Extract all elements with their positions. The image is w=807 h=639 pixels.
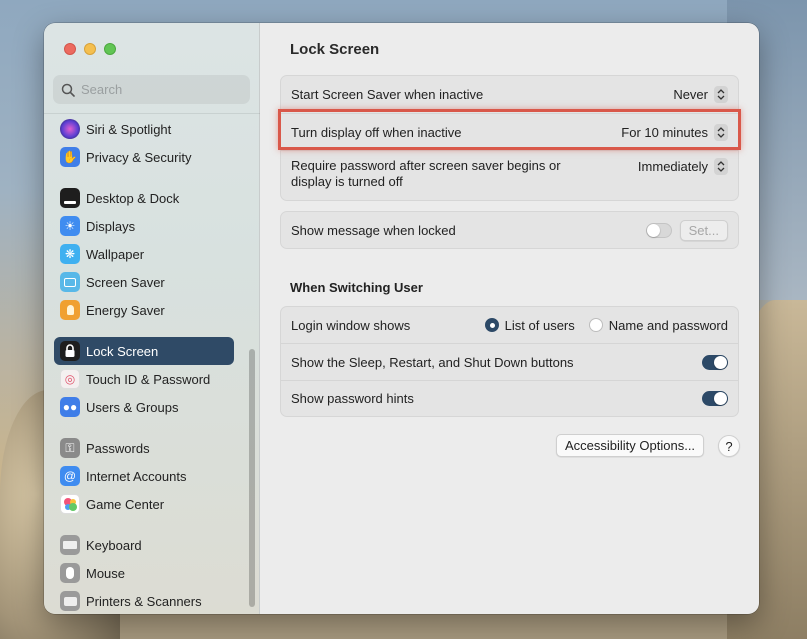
sidebar-item-lock-screen[interactable]: Lock Screen — [54, 337, 234, 365]
sidebar-item-screen-saver[interactable]: Screen Saver — [54, 268, 234, 296]
sleep-buttons-label: Show the Sleep, Restart, and Shut Down b… — [291, 354, 574, 370]
sidebar-item-privacy[interactable]: ✋ Privacy & Security — [54, 143, 234, 171]
sidebar-item-label: Lock Screen — [86, 343, 159, 359]
keyboard-icon — [60, 535, 80, 555]
radio-list-of-users[interactable]: List of users — [484, 317, 575, 333]
minimize-button[interactable] — [84, 43, 96, 55]
display-off-popup[interactable]: For 10 minutes — [621, 123, 728, 141]
sidebar-item-energy-saver[interactable]: Energy Saver — [54, 296, 234, 324]
siri-icon — [60, 119, 80, 139]
section-title: When Switching User — [290, 280, 423, 295]
content-pane: Lock Screen Start Screen Saver when inac… — [260, 23, 759, 614]
sidebar-item-label: Touch ID & Password — [86, 371, 211, 387]
sidebar-item-users-groups[interactable]: ●● Users & Groups — [54, 393, 234, 421]
screen-saver-popup[interactable]: Never — [673, 86, 728, 103]
search-icon — [61, 83, 75, 97]
set-message-button[interactable]: Set... — [679, 219, 728, 241]
sidebar-item-label: Privacy & Security — [86, 149, 192, 165]
sidebar-item-label: Wallpaper — [86, 246, 145, 262]
chevron-updown-icon — [714, 86, 728, 103]
login-window-label: Login window shows — [291, 317, 411, 333]
sidebar-item-label: Energy Saver — [86, 302, 165, 318]
dock-icon — [60, 188, 80, 208]
sidebar-divider — [44, 113, 260, 114]
sidebar-item-label: Internet Accounts — [86, 468, 187, 484]
require-password-row: Require password after screen saver begi… — [281, 150, 738, 200]
password-hints-toggle[interactable] — [702, 391, 728, 406]
sidebar-item-label: Keyboard — [86, 537, 142, 553]
sidebar-item-label: Game Center — [86, 496, 165, 512]
radio-name-and-password[interactable]: Name and password — [588, 317, 728, 333]
sidebar-item-label: Siri & Spotlight — [86, 121, 172, 137]
mouse-icon — [60, 563, 80, 583]
sidebar-item-siri[interactable]: Siri & Spotlight — [54, 115, 234, 143]
require-password-popup[interactable]: Immediately — [638, 158, 728, 175]
at-icon: @ — [60, 466, 80, 486]
sidebar-item-label: Mouse — [86, 565, 126, 581]
lock-icon — [60, 341, 80, 361]
screen-saver-value: Never — [673, 87, 708, 102]
help-button[interactable]: ? — [718, 435, 740, 457]
sidebar-item-label: Desktop & Dock — [86, 190, 180, 206]
sidebar-item-mouse[interactable]: Mouse — [54, 559, 234, 587]
login-window-row: Login window shows List of users Name an… — [281, 307, 738, 343]
show-message-label: Show message when locked — [291, 222, 456, 238]
settings-window: Siri & Spotlight ✋ Privacy & Security De… — [44, 23, 759, 614]
users-icon: ●● — [60, 397, 80, 417]
sidebar: Siri & Spotlight ✋ Privacy & Security De… — [44, 23, 260, 614]
window-controls — [64, 43, 116, 55]
sidebar-item-label: Users & Groups — [86, 399, 179, 415]
chevron-updown-icon — [714, 123, 728, 141]
search-field[interactable] — [53, 75, 250, 104]
switching-user-group: Login window shows List of users Name an… — [280, 306, 739, 417]
key-icon: ⚿ — [60, 438, 80, 458]
sidebar-scrollbar[interactable] — [249, 349, 255, 607]
sidebar-item-wallpaper[interactable]: ❋ Wallpaper — [54, 240, 234, 268]
sidebar-item-desktop-dock[interactable]: Desktop & Dock — [54, 184, 234, 212]
display-off-row: Turn display off when inactive For 10 mi… — [281, 113, 738, 150]
sidebar-item-keyboard[interactable]: Keyboard — [54, 531, 234, 559]
display-off-label: Turn display off when inactive — [291, 124, 462, 140]
screen-saver-row: Start Screen Saver when inactive Never — [281, 76, 738, 113]
sleep-buttons-toggle[interactable] — [702, 354, 728, 370]
energy-icon — [60, 300, 80, 320]
sleep-buttons-row: Show the Sleep, Restart, and Shut Down b… — [281, 343, 738, 380]
show-message-row: Show message when locked Set... — [281, 212, 738, 248]
accessibility-options-button[interactable]: Accessibility Options... — [556, 434, 705, 457]
search-input[interactable] — [81, 82, 241, 97]
hand-icon: ✋ — [60, 147, 80, 167]
require-password-value: Immediately — [637, 159, 708, 174]
display-settings-group: Start Screen Saver when inactive Never T… — [280, 75, 739, 201]
gamecenter-icon — [60, 494, 80, 514]
sidebar-item-game-center[interactable]: Game Center — [54, 490, 234, 518]
sidebar-item-label: Passwords — [86, 440, 150, 456]
screen-saver-label: Start Screen Saver when inactive — [291, 87, 484, 102]
printer-icon — [60, 591, 80, 611]
password-hints-label: Show password hints — [291, 391, 414, 406]
display-off-value: For 10 minutes — [621, 124, 708, 140]
display-icon: ☀ — [60, 216, 80, 236]
sidebar-list: Siri & Spotlight ✋ Privacy & Security De… — [54, 115, 234, 614]
fingerprint-icon: ◎ — [60, 369, 80, 389]
sidebar-item-touch-id[interactable]: ◎ Touch ID & Password — [54, 365, 234, 393]
show-message-toggle[interactable] — [645, 222, 672, 238]
sidebar-item-printers[interactable]: Printers & Scanners — [54, 587, 234, 614]
chevron-updown-icon — [714, 158, 728, 175]
wallpaper-icon: ❋ — [60, 244, 80, 264]
password-hints-row: Show password hints — [281, 380, 738, 416]
close-button[interactable] — [64, 43, 76, 55]
sidebar-item-label: Printers & Scanners — [86, 593, 202, 609]
require-password-label: Require password after screen saver begi… — [291, 158, 561, 189]
sidebar-item-label: Displays — [86, 218, 136, 234]
radio-label: Name and password — [608, 317, 728, 333]
page-title: Lock Screen — [290, 41, 380, 58]
sidebar-item-passwords[interactable]: ⚿ Passwords — [54, 434, 234, 462]
zoom-button[interactable] — [104, 43, 116, 55]
screensaver-icon — [60, 272, 80, 292]
sidebar-item-displays[interactable]: ☀ Displays — [54, 212, 234, 240]
sidebar-item-internet-accounts[interactable]: @ Internet Accounts — [54, 462, 234, 490]
sidebar-item-label: Screen Saver — [86, 274, 165, 290]
message-group: Show message when locked Set... — [280, 211, 739, 249]
radio-label: List of users — [504, 317, 575, 333]
